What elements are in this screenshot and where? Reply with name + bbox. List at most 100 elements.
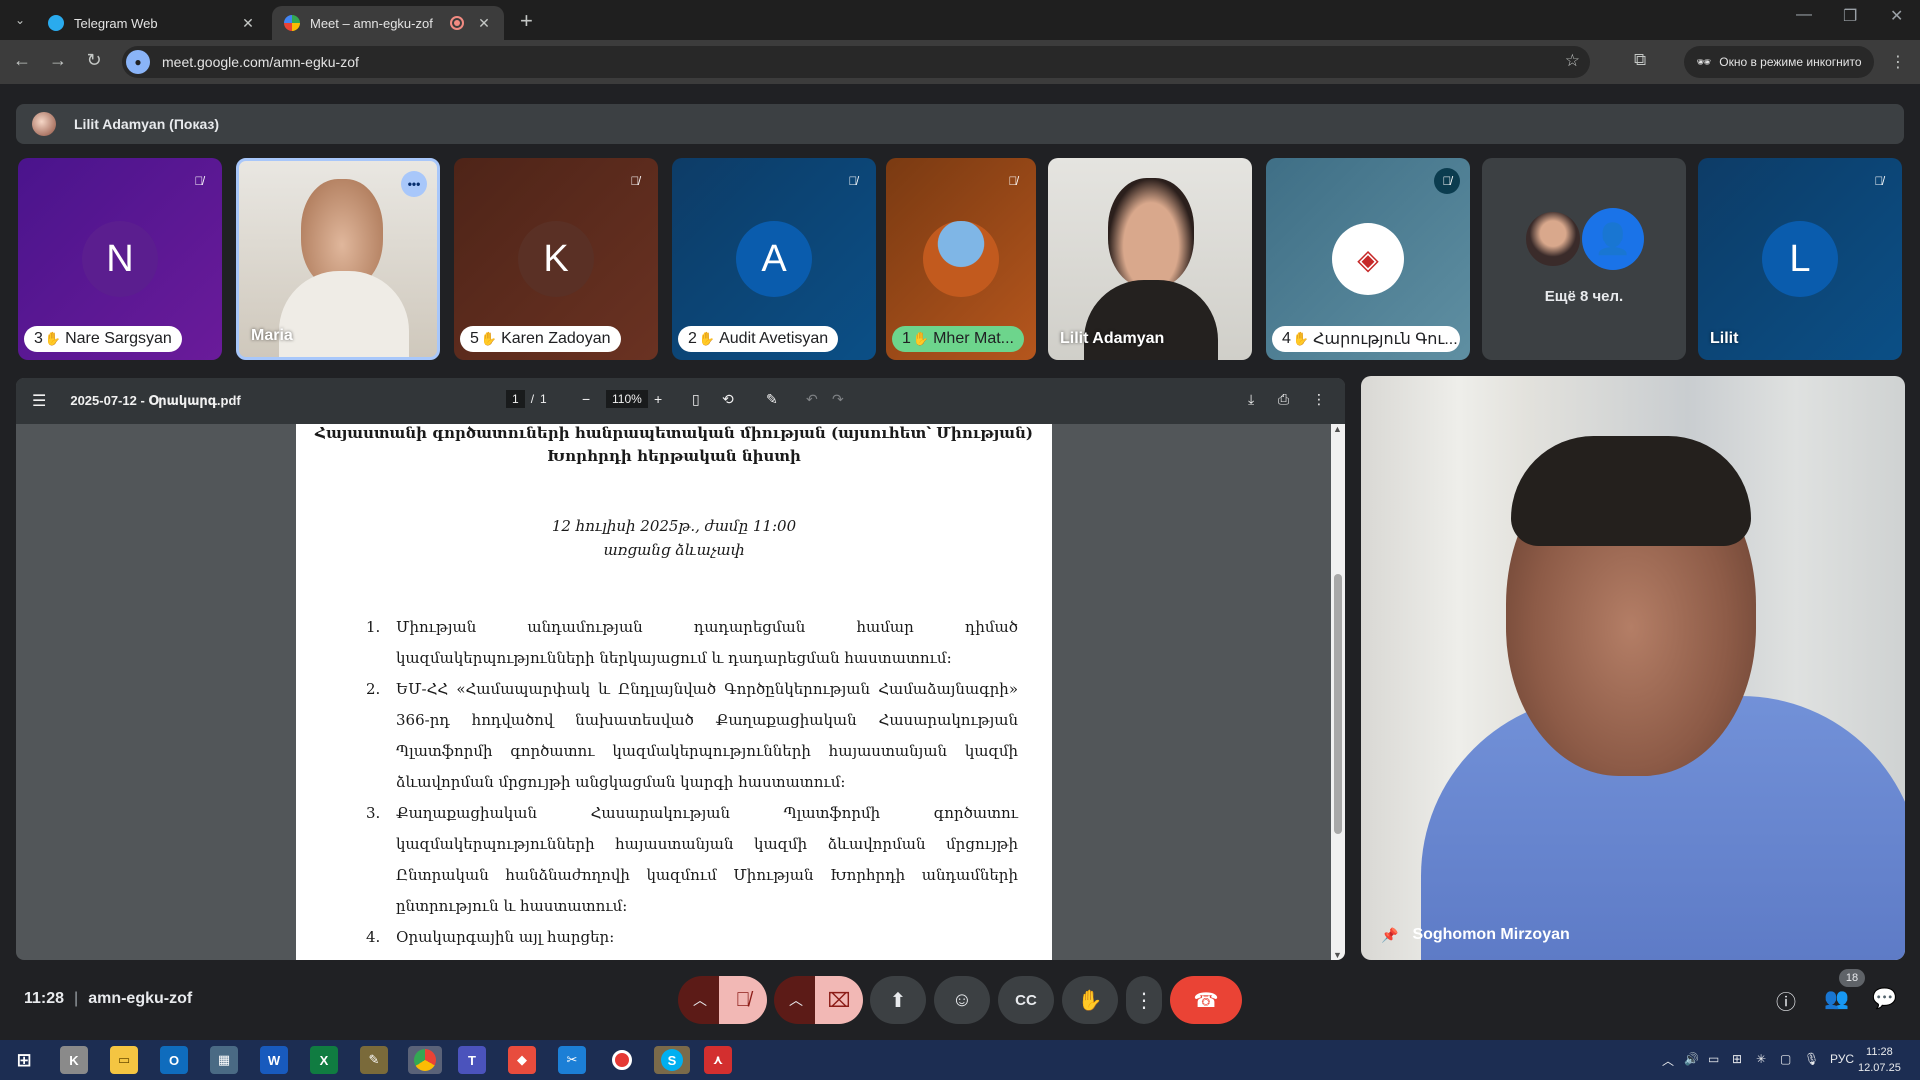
- zoom-out-icon[interactable]: −: [582, 391, 590, 407]
- meeting-details-icon[interactable]: ⓘ: [1776, 986, 1796, 1015]
- more-options-button[interactable]: ⋮: [1126, 976, 1162, 1024]
- pdf-menu-icon[interactable]: ☰: [32, 391, 46, 411]
- microphone-tray-icon[interactable]: 🎙: [1804, 1052, 1819, 1066]
- print-icon[interactable]: ⎙: [1278, 391, 1289, 408]
- participant-tile[interactable]: Lilit Adamyan: [1048, 158, 1252, 360]
- network-icon[interactable]: ▢: [1780, 1052, 1791, 1066]
- calculator-icon[interactable]: ▦: [210, 1046, 238, 1074]
- tray-app-icon[interactable]: ✳: [1756, 1052, 1766, 1066]
- pdf-scrollbar[interactable]: ▲ ▼: [1331, 424, 1345, 960]
- microphone-in-use-icon[interactable]: ●: [126, 50, 150, 74]
- participant-tile[interactable]: A 🎙̸ 2 ✋ Audit Avetisyan: [672, 158, 876, 360]
- address-bar[interactable]: ● meet.google.com/amn-egku-zof ☆: [122, 46, 1590, 78]
- participant-tile[interactable]: ••• Maria: [236, 158, 440, 360]
- fit-page-icon[interactable]: ▯: [692, 391, 700, 408]
- browser-menu-icon[interactable]: ⋮: [1890, 52, 1906, 72]
- more-options-icon[interactable]: •••: [401, 171, 427, 197]
- chrome-icon[interactable]: [408, 1046, 442, 1074]
- tab-meet[interactable]: Meet – amn-egku-zof ✕: [272, 6, 504, 40]
- people-icon[interactable]: 👥: [1824, 986, 1849, 1011]
- meeting-time: 11:28: [24, 990, 65, 1007]
- more-participants-tile[interactable]: 👤 Ещё 8 чел.: [1482, 158, 1686, 360]
- participant-name-chip: 2 ✋ Audit Avetisyan: [678, 326, 839, 352]
- forward-icon[interactable]: →: [46, 50, 70, 71]
- taskbar-clock[interactable]: 11:28 12.07.25: [1858, 1044, 1901, 1076]
- tab-title: Meet – amn-egku-zof: [310, 15, 433, 31]
- mic-off-button[interactable]: 🎙̸: [719, 976, 767, 1024]
- more-icon[interactable]: ⋮: [1312, 391, 1326, 408]
- minimize-icon[interactable]: —: [1796, 6, 1812, 24]
- zoom-in-icon[interactable]: +: [654, 391, 662, 407]
- snipping-tool-icon[interactable]: ✂: [558, 1046, 586, 1074]
- skype-icon[interactable]: S: [654, 1046, 690, 1074]
- hand-raise-order: 5: [470, 330, 479, 347]
- presenting-banner[interactable]: Lilit Adamyan (Показ): [16, 104, 1904, 144]
- captions-button[interactable]: CC: [998, 976, 1054, 1024]
- acrobat-icon[interactable]: ⋏: [704, 1046, 732, 1074]
- anydesk-icon[interactable]: ◆: [508, 1046, 536, 1074]
- scroll-up-icon[interactable]: ▲: [1333, 424, 1342, 434]
- scroll-down-icon[interactable]: ▼: [1333, 950, 1342, 960]
- undo-icon[interactable]: ↶: [806, 391, 818, 408]
- app-icon[interactable]: K: [60, 1046, 88, 1074]
- download-icon[interactable]: ⤓: [1248, 391, 1254, 408]
- new-tab-button[interactable]: +: [520, 8, 533, 34]
- close-tab-icon[interactable]: ✕: [240, 15, 256, 32]
- participant-tile[interactable]: L 🎙̸ Lilit: [1698, 158, 1902, 360]
- restore-icon[interactable]: ❐: [1843, 6, 1857, 26]
- teams-icon[interactable]: T: [458, 1046, 486, 1074]
- volume-icon[interactable]: 🔊: [1684, 1052, 1699, 1066]
- close-tab-icon[interactable]: ✕: [476, 15, 492, 32]
- bookmark-star-icon[interactable]: ☆: [1565, 51, 1580, 71]
- muted-mic-icon: 🎙̸: [1434, 168, 1460, 194]
- back-icon[interactable]: ←: [10, 50, 34, 71]
- doc-date: 12 հուլիսի 2025թ., ժամը 11:00: [551, 517, 797, 535]
- file-explorer-icon[interactable]: ▭: [110, 1046, 138, 1074]
- hand-raise-order: 3: [34, 330, 43, 347]
- screen-recorder-icon[interactable]: [608, 1046, 636, 1074]
- zoom-level[interactable]: 110%: [606, 390, 648, 408]
- participant-avatar-photo: [923, 221, 999, 297]
- annotate-icon[interactable]: ✎: [766, 391, 778, 408]
- raise-hand-button[interactable]: ✋: [1062, 976, 1118, 1024]
- incognito-indicator[interactable]: 🕶 Окно в режиме инкогнито: [1684, 46, 1874, 78]
- emoji-reactions-button[interactable]: ☺: [934, 976, 990, 1024]
- word-icon[interactable]: W: [260, 1046, 288, 1074]
- leave-call-button[interactable]: ☎: [1170, 976, 1242, 1024]
- camera-off-button[interactable]: ⌧: [815, 976, 863, 1024]
- outlook-icon[interactable]: O: [160, 1046, 188, 1074]
- participant-name-chip: 1 ✋ Mher Mat...: [892, 326, 1024, 352]
- redo-icon[interactable]: ↷: [832, 391, 844, 408]
- extensions-icon[interactable]: ⧉: [1634, 50, 1646, 70]
- display-icon[interactable]: ▭: [1708, 1052, 1719, 1066]
- excel-icon[interactable]: X: [310, 1046, 338, 1074]
- audio-options-chevron-icon[interactable]: ︿: [678, 976, 722, 1024]
- presenting-label: Lilit Adamyan (Показ): [74, 116, 220, 132]
- rotate-icon[interactable]: ⟲: [722, 391, 734, 408]
- doc-heading-line2: Խորհրդի հերթական նիստի: [547, 447, 801, 465]
- keyboard-language[interactable]: РУС: [1830, 1052, 1854, 1066]
- agenda-text: ԵՄ-ՀՀ «Համապարփակ և Ընդլայնված Գործընկեր…: [396, 680, 1018, 791]
- present-screen-button[interactable]: ⬆: [870, 976, 926, 1024]
- participant-name-chip: Maria: [245, 323, 303, 349]
- participant-tile[interactable]: ◈ 🎙̸ 4 ✋ Հարություն Գու...: [1266, 158, 1470, 360]
- paint-icon[interactable]: ✎: [360, 1046, 388, 1074]
- close-window-icon[interactable]: ✕: [1890, 6, 1903, 26]
- show-hidden-icons[interactable]: ︿: [1662, 1052, 1674, 1069]
- reload-icon[interactable]: ↻: [82, 50, 106, 71]
- agenda-item: 2. ԵՄ-ՀՀ «Համապարփակ և Ընդլայնված Գործընկ…: [296, 674, 1052, 798]
- video-options-chevron-icon[interactable]: ︿: [774, 976, 818, 1024]
- agenda-item: 4. Օրակարգային այլ հարցեր:: [296, 922, 1052, 953]
- pdf-filename: 2025-07-12 - Օրակարգ.pdf: [70, 393, 241, 408]
- participant-tile[interactable]: 🎙̸ 1 ✋ Mher Mat...: [886, 158, 1036, 360]
- participant-tile[interactable]: K 🎙̸ 5 ✋ Karen Zadoyan: [454, 158, 658, 360]
- page-current[interactable]: 1: [506, 390, 525, 408]
- windows-update-icon[interactable]: ⊞: [1732, 1052, 1742, 1066]
- pinned-speaker-tile[interactable]: 📌 Soghomon Mirzoyan: [1361, 376, 1905, 960]
- scrollbar-thumb[interactable]: [1334, 574, 1342, 834]
- windows-start-icon[interactable]: ⊞: [10, 1046, 38, 1074]
- tab-telegram[interactable]: Telegram Web ✕: [36, 6, 268, 40]
- tab-search-button[interactable]: ⌄: [8, 8, 32, 32]
- participant-tile[interactable]: N 🎙̸ 3 ✋ Nare Sargsyan: [18, 158, 222, 360]
- chat-icon[interactable]: 💬: [1872, 986, 1897, 1011]
